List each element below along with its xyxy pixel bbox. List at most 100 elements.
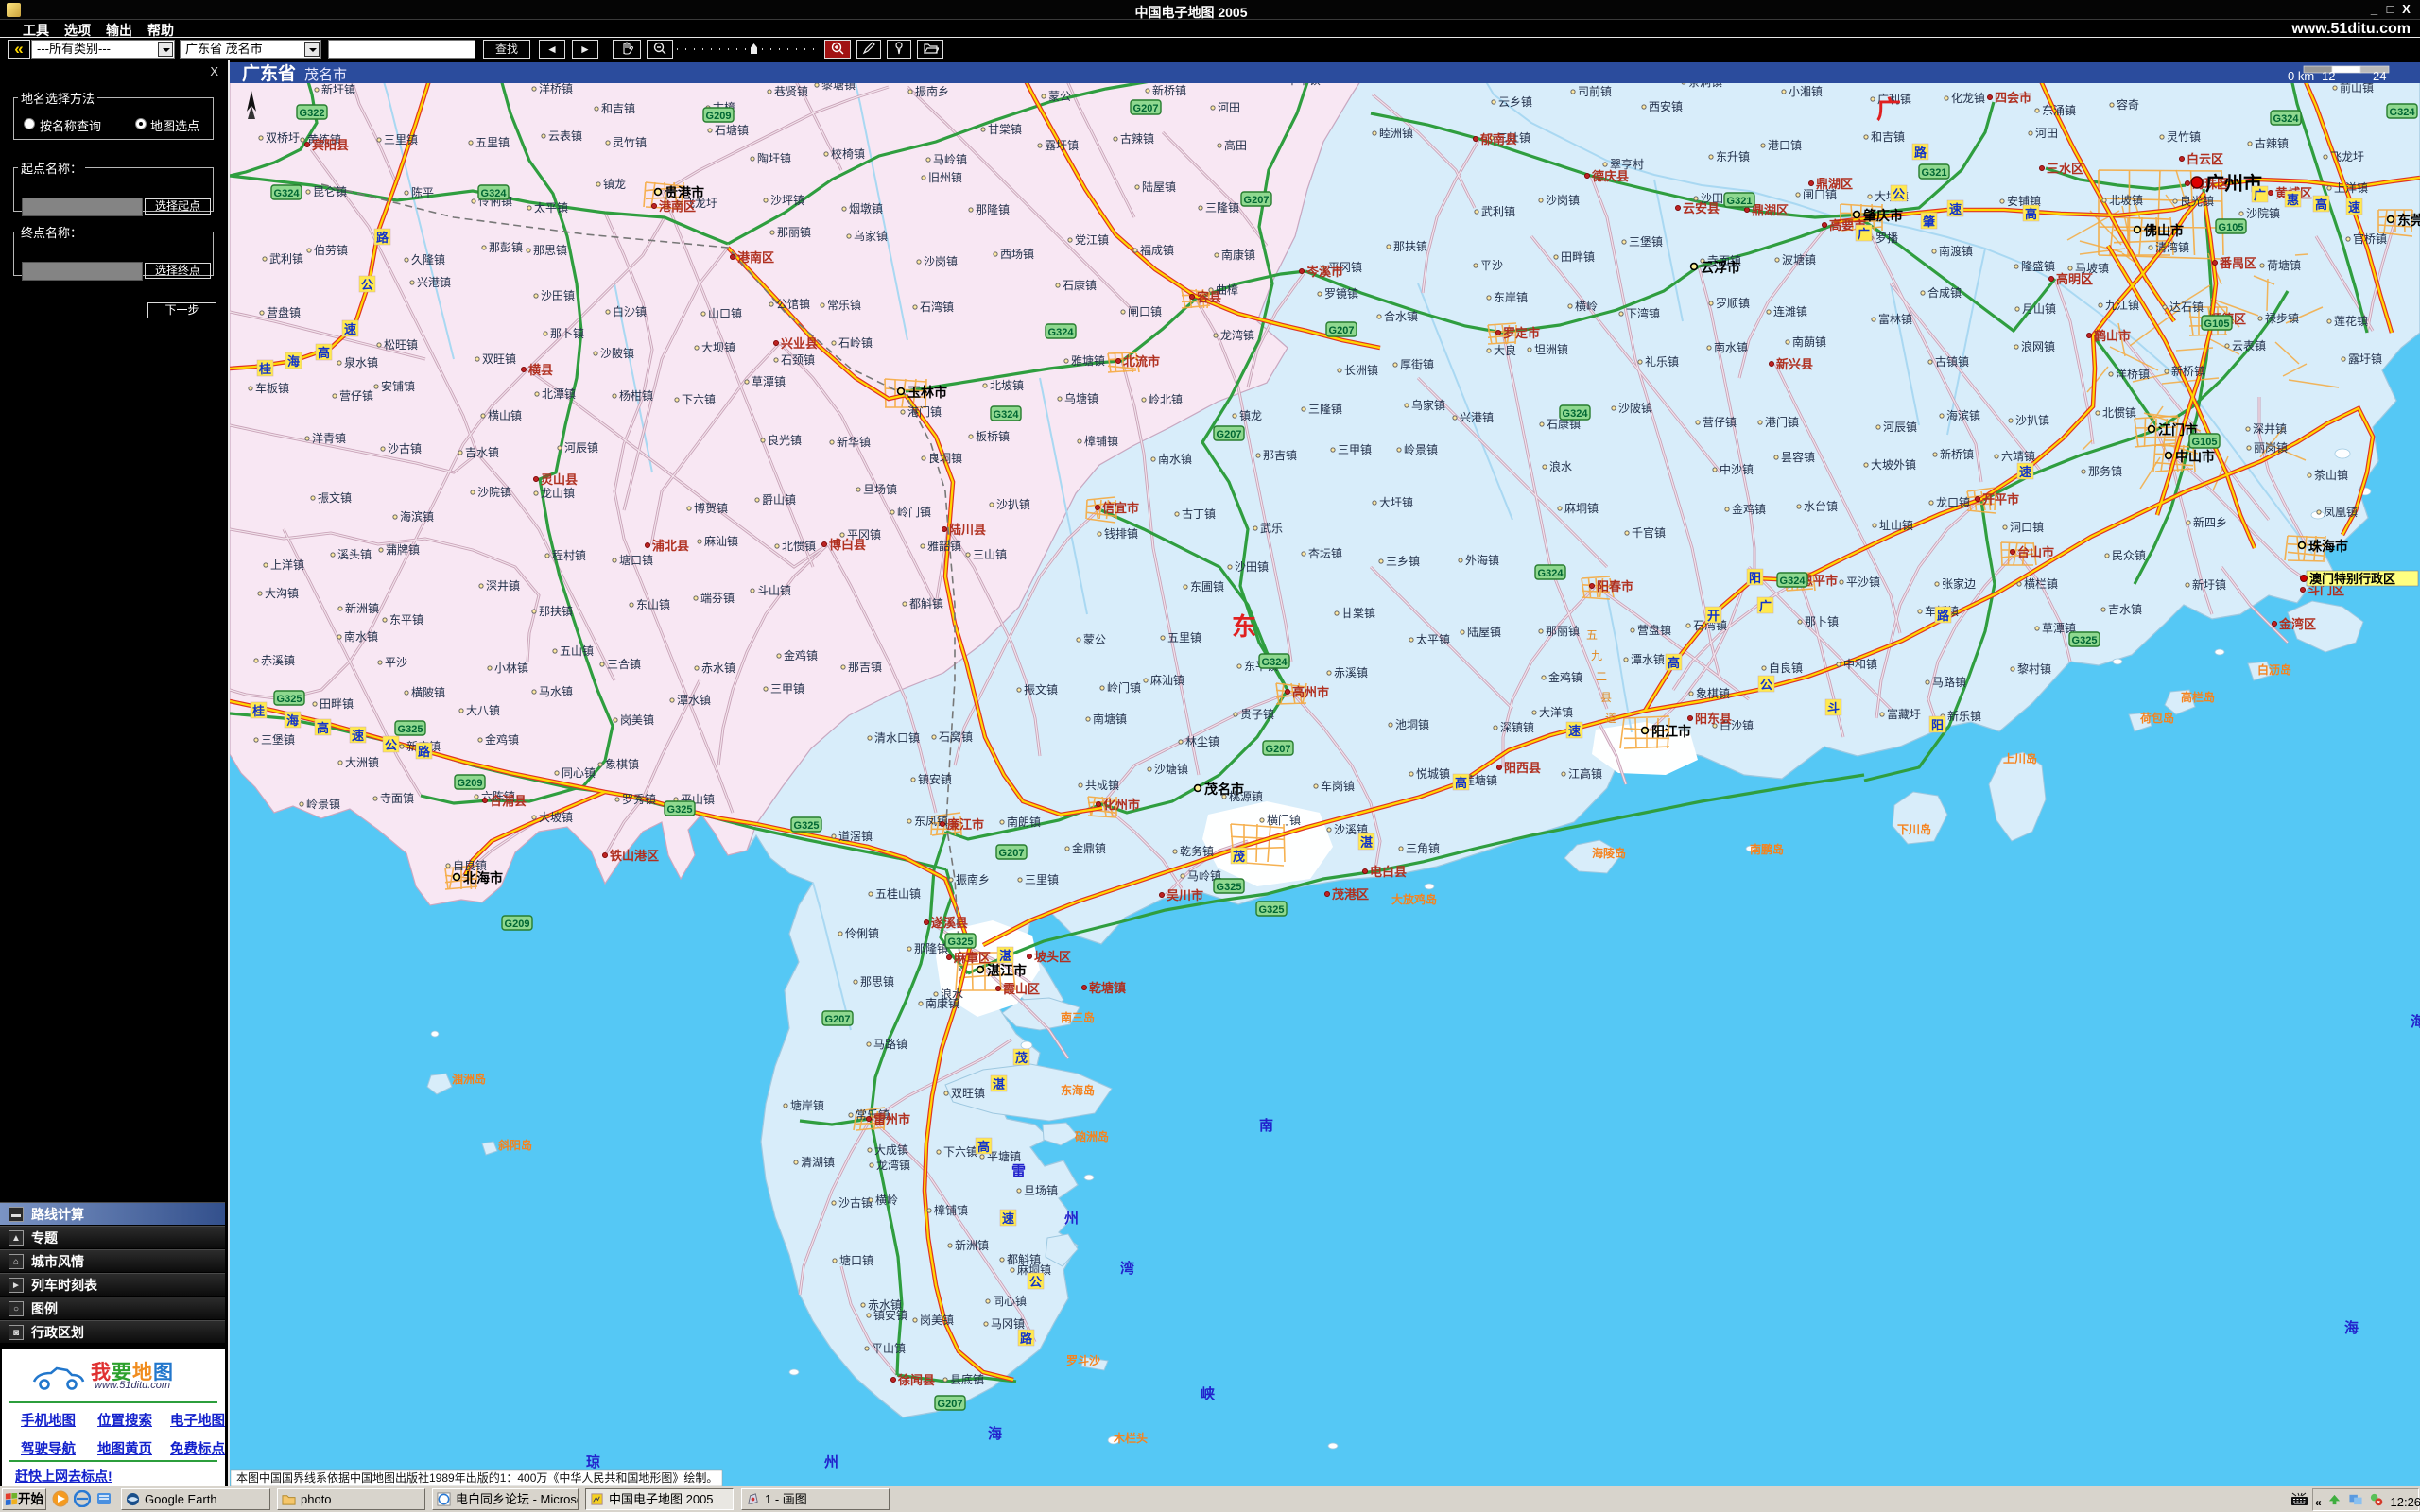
svg-text:开: 开 <box>1707 609 1720 623</box>
svg-text:海: 海 <box>2411 1013 2420 1030</box>
svg-text:昆仑镇: 昆仑镇 <box>313 185 347 198</box>
svg-text:G207: G207 <box>1217 429 1242 440</box>
svg-text:潭水镇: 潭水镇 <box>1631 653 1665 666</box>
svg-text:平塘镇: 平塘镇 <box>987 1149 1021 1163</box>
svg-text:九江镇: 九江镇 <box>2105 299 2139 312</box>
svg-text:横门镇: 横门镇 <box>1267 813 1301 827</box>
svg-text:岭北镇: 岭北镇 <box>1149 393 1183 406</box>
svg-text:台山市: 台山市 <box>2017 545 2054 559</box>
svg-text:甘棠镇: 甘棠镇 <box>1341 607 1375 620</box>
svg-text:信宜市: 信宜市 <box>1102 501 1139 515</box>
svg-text:清湖镇: 清湖镇 <box>801 1155 835 1169</box>
svg-text:桂: 桂 <box>258 362 271 376</box>
svg-text:G324: G324 <box>274 188 301 199</box>
svg-text:12: 12 <box>2322 69 2335 83</box>
svg-text:那思镇: 那思镇 <box>533 244 567 257</box>
svg-text:海陵岛: 海陵岛 <box>1592 846 1626 860</box>
svg-text:高: 高 <box>1668 656 1680 670</box>
svg-text:本图中国国界线系依据中国地图出版社1989年出版的1：400: 本图中国国界线系依据中国地图出版社1989年出版的1：400万《中华人民共和国地… <box>236 1470 717 1485</box>
svg-text:大圩镇: 大圩镇 <box>1379 496 1413 509</box>
svg-text:阳春市: 阳春市 <box>1597 579 1634 593</box>
svg-text:灵竹镇: 灵竹镇 <box>2167 130 2201 144</box>
svg-text:南鹏岛: 南鹏岛 <box>1750 842 1784 856</box>
svg-text:白沙镇: 白沙镇 <box>613 304 647 318</box>
svg-text:乌塘镇: 乌塘镇 <box>1064 391 1098 405</box>
svg-text:河田: 河田 <box>1218 101 1240 114</box>
svg-text:珠海市: 珠海市 <box>2308 539 2348 554</box>
svg-text:露圩镇: 露圩镇 <box>2348 352 2382 366</box>
svg-text:罗播: 罗播 <box>1876 232 1898 245</box>
svg-text:湛江市: 湛江市 <box>987 963 1027 978</box>
svg-text:沙田镇: 沙田镇 <box>1235 560 1269 574</box>
svg-text:G324: G324 <box>1262 657 1288 668</box>
svg-text:沙扒镇: 沙扒镇 <box>2015 414 2049 427</box>
svg-text:玉林市: 玉林市 <box>908 385 947 400</box>
svg-text:合水镇: 合水镇 <box>1384 309 1418 323</box>
svg-text:山口镇: 山口镇 <box>708 307 742 320</box>
svg-text:开平市: 开平市 <box>1982 492 2019 507</box>
svg-text:高: 高 <box>2315 198 2327 212</box>
svg-text:罗斗沙: 罗斗沙 <box>1066 1353 1100 1367</box>
svg-text:民众镇: 民众镇 <box>2112 549 2146 562</box>
svg-text:沙岗镇: 沙岗镇 <box>924 255 958 268</box>
svg-text:党江镇: 党江镇 <box>1075 232 1109 247</box>
svg-text:池垌镇: 池垌镇 <box>1395 718 1429 731</box>
svg-text:草潭镇: 草潭镇 <box>752 375 786 388</box>
svg-text:容县: 容县 <box>1196 290 1221 304</box>
svg-text:浪水: 浪水 <box>1549 459 1572 473</box>
svg-text:湛: 湛 <box>1360 835 1373 850</box>
svg-text:北惯镇: 北惯镇 <box>782 539 816 553</box>
svg-text:G207: G207 <box>1329 325 1355 336</box>
svg-text:道滘镇: 道滘镇 <box>838 830 873 843</box>
svg-text:岭门镇: 岭门镇 <box>1107 680 1141 695</box>
svg-text:大八镇: 大八镇 <box>466 704 500 717</box>
svg-text:沙陂镇: 沙陂镇 <box>600 346 634 360</box>
svg-text:共成镇: 共成镇 <box>1085 779 1119 792</box>
svg-text:新桥镇: 新桥镇 <box>2171 364 2205 378</box>
svg-text:大成镇: 大成镇 <box>874 1143 908 1157</box>
svg-text:茂: 茂 <box>1015 1051 1028 1065</box>
svg-text:雅塘镇: 雅塘镇 <box>1071 353 1105 368</box>
svg-text:浦北县: 浦北县 <box>652 539 689 553</box>
svg-text:公: 公 <box>361 278 373 292</box>
svg-text:新桥镇: 新桥镇 <box>1940 447 1974 461</box>
svg-text:武乐: 武乐 <box>1260 522 1283 535</box>
svg-text:乌家镇: 乌家镇 <box>1411 398 1445 412</box>
svg-text:大洲镇: 大洲镇 <box>345 756 379 769</box>
svg-text:云浮市: 云浮市 <box>1701 260 1740 275</box>
svg-text:沙塘镇: 沙塘镇 <box>1154 762 1188 776</box>
svg-text:G324: G324 <box>1048 327 1075 338</box>
svg-text:江高镇: 江高镇 <box>1568 766 1602 781</box>
svg-text:桂: 桂 <box>251 704 265 718</box>
svg-text:G321: G321 <box>1727 196 1753 207</box>
svg-text:振南乡: 振南乡 <box>956 872 990 886</box>
svg-text:龙口镇: 龙口镇 <box>1936 496 1970 509</box>
svg-text:松旺镇: 松旺镇 <box>384 338 418 352</box>
svg-text:礼乐镇: 礼乐镇 <box>1645 354 1679 369</box>
svg-text:东平镇: 东平镇 <box>389 613 424 627</box>
svg-text:洋桥镇: 洋桥镇 <box>2116 367 2150 381</box>
svg-text:海: 海 <box>286 713 299 728</box>
svg-text:北惯镇: 北惯镇 <box>2102 405 2136 420</box>
svg-text:中山市: 中山市 <box>2175 449 2215 464</box>
svg-text:新乐镇: 新乐镇 <box>1947 709 1981 723</box>
svg-text:廉江市: 廉江市 <box>947 817 984 832</box>
svg-text:厚街镇: 厚街镇 <box>1400 358 1434 371</box>
svg-text:四会市: 四会市 <box>1995 91 2031 105</box>
svg-text:樟铺镇: 樟铺镇 <box>934 1203 968 1217</box>
svg-text:北潭镇: 北潭镇 <box>542 387 576 401</box>
svg-text:那丽镇: 那丽镇 <box>1546 625 1580 638</box>
svg-text:赤溪镇: 赤溪镇 <box>261 654 295 667</box>
svg-text:福成镇: 福成镇 <box>1140 243 1174 257</box>
svg-text:广: 广 <box>1759 599 1772 613</box>
svg-text:那扶镇: 那扶镇 <box>1393 239 1427 253</box>
svg-text:白沥岛: 白沥岛 <box>2257 662 2291 677</box>
svg-text:坡头区: 坡头区 <box>1034 950 1071 964</box>
svg-text:龙湾镇: 龙湾镇 <box>876 1158 910 1172</box>
svg-text:富藏圩: 富藏圩 <box>1887 707 1921 721</box>
svg-text:番禺区: 番禺区 <box>2219 256 2256 270</box>
svg-text:金鸡镇: 金鸡镇 <box>1548 670 1582 684</box>
svg-text:良垌镇: 良垌镇 <box>928 451 962 465</box>
svg-text:新四乡: 新四乡 <box>2193 515 2227 529</box>
svg-text:云表镇: 云表镇 <box>2232 339 2266 352</box>
